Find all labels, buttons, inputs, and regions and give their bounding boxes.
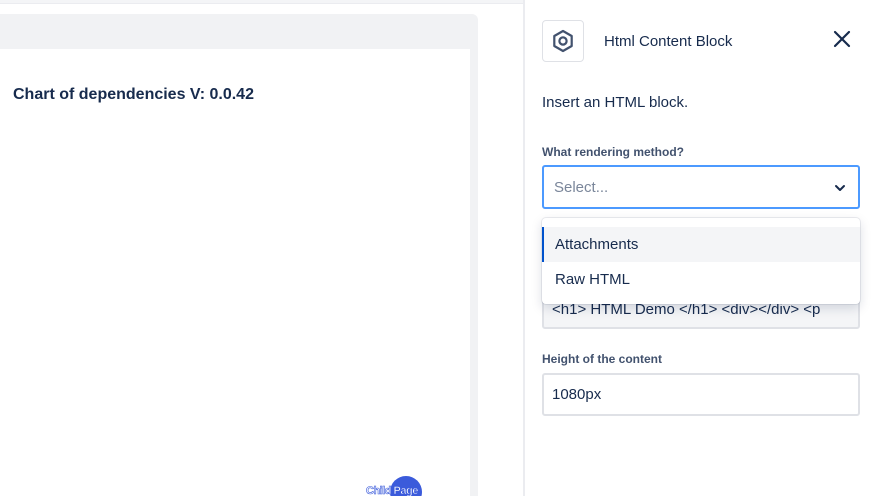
rendering-method-menu: Attachments Raw HTML	[542, 218, 860, 304]
select-placeholder: Select...	[554, 179, 609, 196]
chevron-down-icon	[835, 185, 845, 191]
page-title: Chart of dependencies V: 0.0.42	[13, 86, 254, 103]
block-icon-tile	[542, 20, 584, 62]
content-height-input[interactable]: 1080px	[542, 373, 860, 416]
block-description: Insert an HTML block.	[542, 94, 689, 111]
child-page-label: Child Page	[366, 485, 419, 496]
block-config-panel: Html Content Block Insert an HTML block.…	[523, 0, 871, 496]
app-root: Chart of dependencies V: 0.0.42 Child Pa…	[0, 0, 871, 496]
content-height-value: 1080px	[552, 386, 602, 403]
block-title: Html Content Block	[604, 33, 733, 50]
option-raw-html[interactable]: Raw HTML	[542, 262, 860, 297]
close-icon[interactable]	[830, 27, 854, 51]
rendering-method-label: What rendering method?	[542, 145, 684, 159]
rendering-method-select[interactable]: Select...	[542, 165, 860, 209]
content-height-label: Height of the content	[542, 352, 662, 366]
option-attachments[interactable]: Attachments	[542, 227, 860, 262]
hexagon-settings-icon	[553, 29, 573, 53]
child-page-badge[interactable]: Child Page	[366, 476, 436, 496]
page-content-area	[0, 49, 470, 496]
